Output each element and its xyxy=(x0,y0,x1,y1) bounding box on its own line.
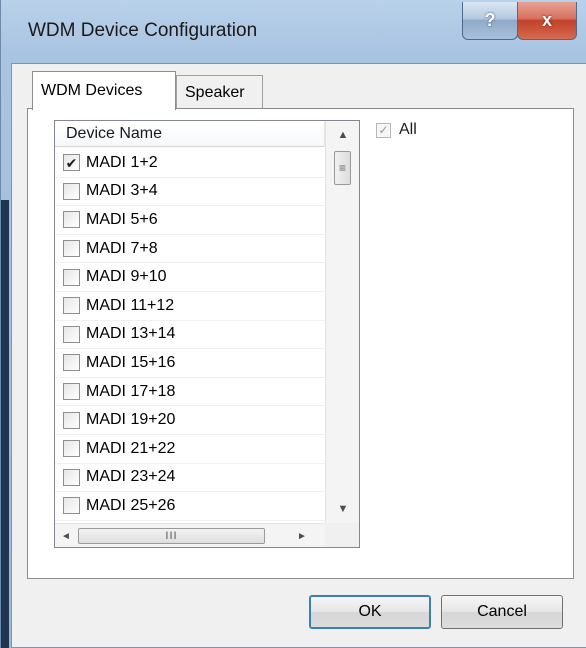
all-checkbox[interactable]: ✓ All xyxy=(376,121,417,139)
device-checkbox[interactable] xyxy=(63,297,80,315)
device-checkbox[interactable] xyxy=(63,383,80,401)
scroll-right-icon[interactable]: ► xyxy=(291,524,313,548)
device-name: MADI 21+22 xyxy=(86,439,176,457)
list-item[interactable]: ✔ MADI 1+2 xyxy=(55,149,325,178)
list-item[interactable]: MADI 7+8 xyxy=(55,235,325,264)
device-name: MADI 23+24 xyxy=(86,468,176,486)
list-item[interactable]: MADI 25+26 xyxy=(55,492,325,521)
list-item[interactable]: MADI 3+4 xyxy=(55,178,325,207)
device-name: MADI 25+26 xyxy=(86,496,176,514)
horizontal-scrollbar[interactable]: ◄ III ► xyxy=(55,523,325,547)
list-item[interactable]: MADI 15+16 xyxy=(55,349,325,378)
device-checkbox[interactable] xyxy=(63,268,80,286)
tab-speaker[interactable]: Speaker xyxy=(176,75,263,109)
device-name: MADI 17+18 xyxy=(86,382,176,400)
vertical-scrollbar[interactable]: ▲ ≡ ▼ xyxy=(325,121,359,523)
device-rows: ✔ MADI 1+2 MADI 3+4 MADI 5+6 MADI 7+8 MADI 9+… xyxy=(55,149,325,521)
list-item[interactable]: MADI 19+20 xyxy=(55,406,325,435)
device-checkbox[interactable] xyxy=(63,182,80,200)
device-name: MADI 19+20 xyxy=(86,411,176,429)
device-checkbox[interactable] xyxy=(63,325,80,343)
cancel-button[interactable]: Cancel xyxy=(441,595,563,629)
list-item[interactable]: MADI 17+18 xyxy=(55,378,325,407)
device-name: MADI 7+8 xyxy=(86,239,158,257)
device-name: MADI 1+2 xyxy=(86,153,158,171)
grip-icon: III xyxy=(165,530,178,542)
device-checkbox[interactable] xyxy=(63,468,80,486)
all-checkbox-box[interactable]: ✓ xyxy=(376,122,391,138)
all-checkbox-label: All xyxy=(399,121,417,138)
list-item[interactable]: MADI 23+24 xyxy=(55,464,325,493)
device-checkbox[interactable] xyxy=(63,440,80,458)
device-name: MADI 5+6 xyxy=(86,210,158,228)
device-checkbox[interactable] xyxy=(63,211,80,229)
grip-icon: ≡ xyxy=(338,161,346,175)
check-icon: ✓ xyxy=(378,123,389,137)
device-checkbox[interactable] xyxy=(63,354,80,372)
vertical-scroll-thumb[interactable]: ≡ xyxy=(334,151,351,185)
device-name: MADI 13+14 xyxy=(86,325,176,343)
ok-button[interactable]: OK xyxy=(309,595,431,629)
list-item[interactable]: MADI 11+12 xyxy=(55,292,325,321)
device-name: MADI 11+12 xyxy=(86,296,175,314)
dialog-client-area: WDM Devices Speaker Device Name ✔ MADI 1+… xyxy=(11,63,586,648)
scroll-up-icon[interactable]: ▲ xyxy=(326,121,360,149)
close-icon: x xyxy=(541,10,552,30)
list-item[interactable]: MADI 21+22 xyxy=(55,435,325,464)
tab-panel: Device Name ✔ MADI 1+2 MADI 3+4 MADI 5+6 MAD… xyxy=(27,108,574,579)
device-name: MADI 9+10 xyxy=(86,268,167,286)
scroll-down-icon[interactable]: ▼ xyxy=(326,495,360,523)
device-checkbox[interactable]: ✔ xyxy=(63,154,80,172)
dialog-window: WDM Device Configuration ? x WDM Devices… xyxy=(0,0,586,648)
column-header-device-name[interactable]: Device Name xyxy=(55,121,325,147)
window-edge xyxy=(1,200,9,648)
horizontal-scroll-thumb[interactable]: III xyxy=(78,528,265,544)
device-list[interactable]: Device Name ✔ MADI 1+2 MADI 3+4 MADI 5+6 MAD… xyxy=(54,120,360,548)
check-icon: ✔ xyxy=(65,154,78,171)
device-name: MADI 3+4 xyxy=(86,182,158,200)
title-bar[interactable]: WDM Device Configuration ? x xyxy=(1,0,586,62)
help-button[interactable]: ? xyxy=(462,2,518,40)
list-item[interactable]: MADI 9+10 xyxy=(55,263,325,292)
scrollbar-corner xyxy=(325,523,359,547)
device-name: MADI 15+16 xyxy=(86,353,176,371)
device-checkbox[interactable] xyxy=(63,497,80,515)
device-checkbox[interactable] xyxy=(63,411,80,429)
list-item[interactable]: MADI 5+6 xyxy=(55,206,325,235)
window-title: WDM Device Configuration xyxy=(28,20,258,41)
scroll-left-icon[interactable]: ◄ xyxy=(55,524,77,548)
device-checkbox[interactable] xyxy=(63,240,80,258)
list-item[interactable]: MADI 13+14 xyxy=(55,321,325,350)
help-icon: ? xyxy=(484,10,496,30)
tab-wdm-devices[interactable]: WDM Devices xyxy=(32,71,176,110)
close-button[interactable]: x xyxy=(517,2,577,40)
